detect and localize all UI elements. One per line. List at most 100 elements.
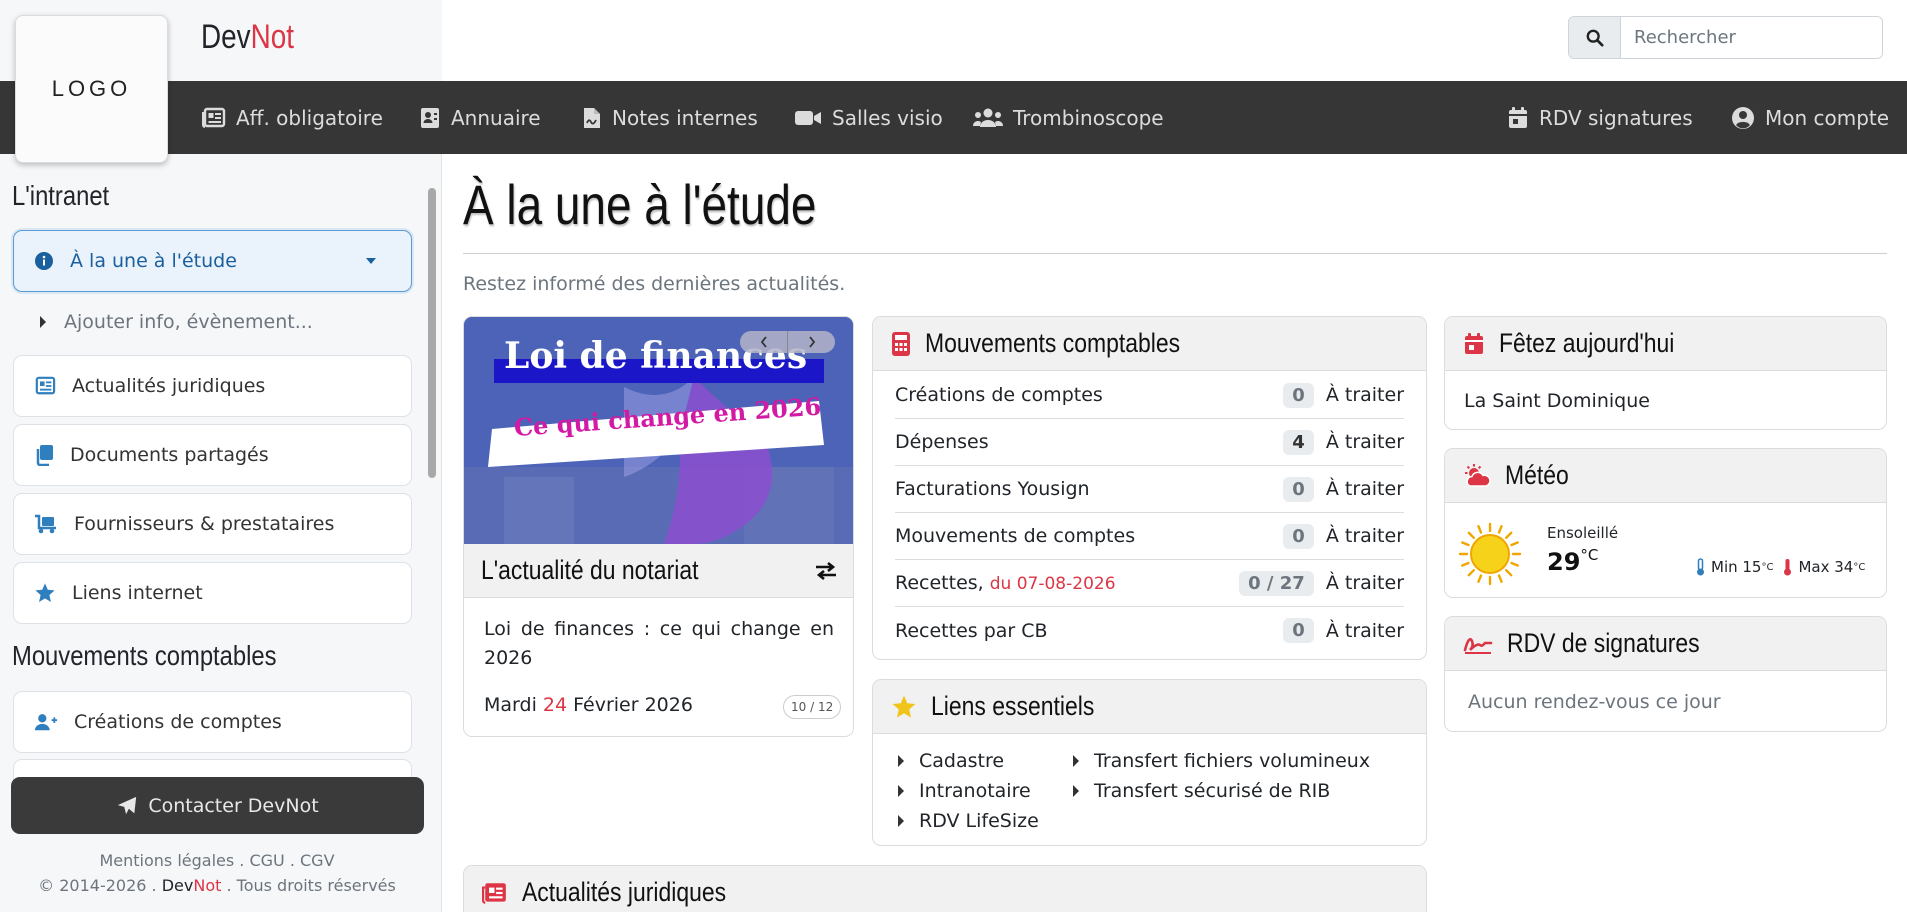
sidebar-item-creations-comptes[interactable]: Créations de comptes	[13, 691, 412, 753]
calendar-check-icon	[1509, 106, 1527, 128]
sidebar-item-label: Fournisseurs & prestataires	[74, 513, 335, 535]
carousel-next-button[interactable]	[788, 331, 835, 353]
lien-item[interactable]: Transfert sécurisé de RIB	[1072, 780, 1330, 802]
sidebar-item-liens-internet[interactable]: Liens internet	[13, 562, 412, 624]
mouvements-title: Mouvements comptables	[925, 328, 1181, 358]
mouvement-label: Recettes,	[895, 572, 984, 594]
sidebar-scrollbar[interactable]	[428, 188, 436, 478]
sidebar-item-a-la-une[interactable]: À la une à l'étude	[13, 230, 412, 292]
footer-links[interactable]: Mentions légales . CGU . CGV	[0, 851, 434, 870]
contact-label: Contacter DevNot	[148, 794, 319, 817]
sidebar-item-fournisseurs[interactable]: Fournisseurs & prestataires	[13, 493, 412, 555]
sidebar-item-label: Actualités juridiques	[72, 375, 266, 397]
signature-icon	[1463, 637, 1493, 654]
sidebar-item-label: Liens internet	[72, 582, 203, 604]
mouvement-count: 0	[1283, 476, 1314, 502]
mouvement-label: Créations de comptes	[895, 384, 1103, 406]
footer-brand-dev: Dev	[161, 876, 194, 895]
mouvement-status: À traiter	[1325, 478, 1404, 500]
news-image[interactable]: Loi de finances Ce qui change en 2026	[464, 317, 853, 544]
newspaper-icon	[482, 882, 506, 904]
sidebar-item-label: Documents partagés	[70, 444, 269, 466]
meteo-card: Météo Ensoleillé 29°C Min 15 °C Max 34 °C	[1444, 448, 1887, 598]
lien-item[interactable]: RDV LifeSize	[897, 810, 1039, 832]
news-text[interactable]: Loi de finances : ce qui change en 2026	[484, 615, 834, 673]
mouvement-status: À traiter	[1325, 619, 1404, 642]
mouvement-row[interactable]: Recettes par CB 0 À traiter	[895, 607, 1404, 654]
star-icon	[892, 695, 916, 718]
meteo-temp-value: 29	[1547, 548, 1581, 576]
user-plus-icon	[34, 714, 58, 731]
meteo-min-unit: °C	[1761, 561, 1774, 573]
news-date-prefix: Mardi	[484, 694, 543, 716]
contact-devnot-button[interactable]: Contacter DevNot	[11, 777, 424, 834]
mouvement-count: 0	[1283, 382, 1314, 408]
lien-item[interactable]: Intranotaire	[897, 780, 1031, 802]
title-divider	[463, 253, 1887, 254]
lien-item[interactable]: Transfert fichiers volumineux	[1072, 750, 1370, 772]
meteo-condition: Ensoleillé	[1547, 524, 1619, 542]
info-circle-icon	[35, 252, 53, 270]
main-navbar: Aff. obligatoire Annuaire Notes internes…	[0, 81, 1907, 154]
mouvement-count: 0	[1283, 618, 1314, 643]
footer-copyright: © 2014-2026 . DevNot . Tous droits réser…	[0, 876, 434, 895]
mouvement-status: À traiter	[1325, 525, 1404, 547]
brand-part-dev: Dev	[201, 18, 251, 56]
fetez-title: Fêtez aujourd'hui	[1499, 328, 1675, 358]
nav-item-salles-visio[interactable]: Salles visio	[794, 81, 943, 154]
mouvements-card-header: Mouvements comptables	[873, 317, 1426, 371]
logo[interactable]: LOGO	[15, 15, 168, 163]
mouvement-row[interactable]: Créations de comptes 0 À traiter	[895, 372, 1404, 419]
sidebar-item-actualites-juridiques[interactable]: Actualités juridiques	[13, 355, 412, 417]
nav-label: RDV signatures	[1539, 105, 1693, 130]
mouvement-row[interactable]: Recettes, du 07-08-2026 0 / 27 À traiter	[895, 560, 1404, 607]
news-heading: L'actualité du notariat	[481, 555, 699, 585]
calendar-icon	[1465, 332, 1483, 354]
meteo-temp: 29°C	[1547, 546, 1599, 576]
sidebar: L'intranet À la une à l'étude Ajouter in…	[0, 154, 442, 912]
newspaper-icon	[202, 107, 226, 128]
copy-icon	[36, 445, 53, 466]
meteo-min: Min 15	[1711, 558, 1762, 576]
news-card: Loi de finances Ce qui change en 2026 L'…	[463, 316, 854, 737]
carousel-prev-button[interactable]	[740, 331, 788, 353]
mouvement-row[interactable]: Mouvements de comptes 0 À traiter	[895, 513, 1404, 560]
lien-label: Cadastre	[919, 750, 1005, 772]
nav-item-mon-compte[interactable]: Mon compte	[1731, 81, 1889, 154]
lien-label: Intranotaire	[919, 780, 1031, 802]
mouvement-row[interactable]: Dépenses 4 À traiter	[895, 419, 1404, 466]
rdv-text: Aucun rendez-vous ce jour	[1468, 691, 1721, 713]
nav-item-rdv-signatures[interactable]: RDV signatures	[1507, 81, 1693, 154]
meteo-max: Max 34	[1798, 558, 1854, 576]
lien-item[interactable]: Cadastre	[897, 750, 1004, 772]
paper-plane-icon	[118, 796, 137, 814]
nav-label: Notes internes	[612, 105, 758, 130]
search-input[interactable]	[1621, 17, 1882, 58]
meteo-card-header: Météo	[1445, 449, 1886, 503]
mouvement-row[interactable]: Facturations Yousign 0 À traiter	[895, 466, 1404, 513]
mouvement-label: Mouvements de comptes	[895, 525, 1136, 547]
caret-right-icon	[1073, 785, 1079, 797]
top-header: DevNot	[0, 0, 1907, 81]
sidebar-item-documents-partages[interactable]: Documents partagés	[13, 424, 412, 486]
footer-copy-suffix: . Tous droits réservés	[221, 876, 396, 895]
chevron-left-icon	[760, 336, 767, 348]
sidebar-item-label: À la une à l'étude	[70, 250, 237, 272]
nav-item-annuaire[interactable]: Annuaire	[419, 81, 541, 154]
meteo-title: Météo	[1505, 460, 1569, 490]
page-title: À la une à l'étude	[463, 173, 817, 236]
nav-item-trombinoscope[interactable]: Trombinoscope	[973, 81, 1164, 154]
meteo-temp-unit: °C	[1580, 546, 1599, 564]
nav-item-aff-obligatoire[interactable]: Aff. obligatoire	[202, 81, 383, 154]
brand-name[interactable]: DevNot	[201, 18, 294, 57]
nav-label: Trombinoscope	[1013, 105, 1164, 130]
calculator-icon	[892, 331, 910, 356]
fetez-text: La Saint Dominique	[1464, 390, 1650, 412]
exchange-icon[interactable]	[815, 561, 837, 581]
nav-item-notes-internes[interactable]: Notes internes	[582, 81, 758, 154]
search-button[interactable]	[1569, 17, 1621, 58]
liens-title: Liens essentiels	[931, 691, 1095, 721]
lien-label: Transfert fichiers volumineux	[1094, 750, 1371, 772]
sidebar-item-ajouter-info[interactable]: Ajouter info, évènement...	[38, 311, 313, 333]
logo-text: LOGO	[51, 76, 132, 101]
